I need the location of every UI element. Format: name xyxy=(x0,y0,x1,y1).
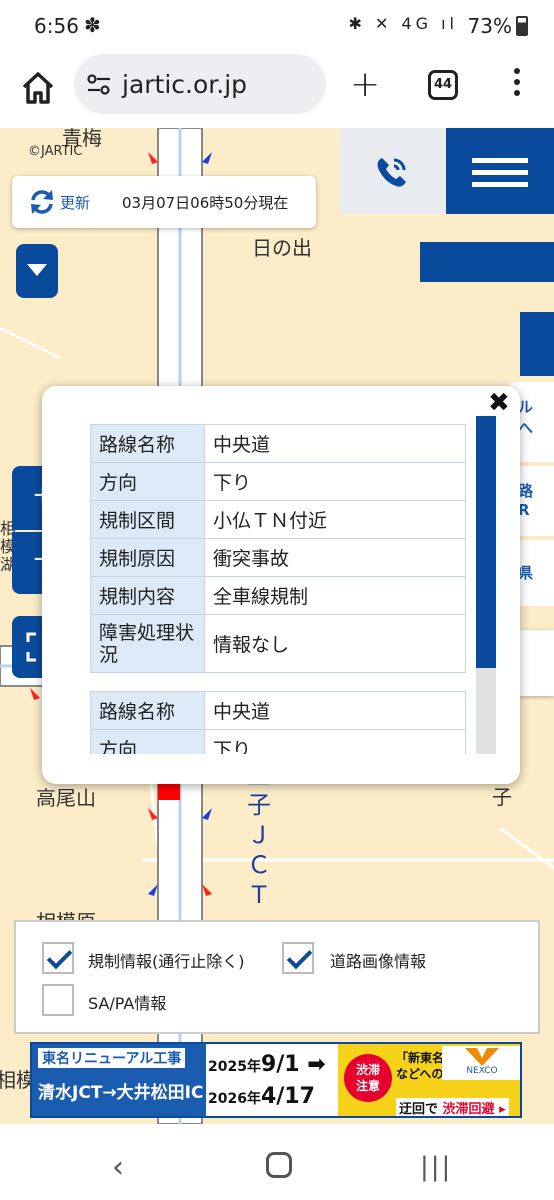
traffic-map[interactable]: ! ©JARTIC 青梅 日の出 高尾山 八王子 相模原 相模 xyxy=(0,128,554,1124)
regulation-label[interactable]: 規制情報(通行止除く) xyxy=(88,948,245,972)
sapa-label[interactable]: SA/PA情報 xyxy=(88,990,166,1014)
screen: 6:56 ✽ ✱ ✕ 4G ıl 73% jartic.or.jp + 44 ©… xyxy=(0,0,554,1200)
ad-cta3: 迂回で xyxy=(399,1102,439,1117)
home-icon[interactable] xyxy=(18,68,58,108)
hamburger-menu-button[interactable] xyxy=(446,128,554,214)
ad-date1-year: 2025年 xyxy=(208,1059,261,1075)
regulation-checkbox[interactable] xyxy=(42,942,74,974)
ad-right: 渋滞 注意 「新東名」 などへの NEXCO 迂回で 渋滞回避 ▸ xyxy=(338,1044,520,1117)
close-icon[interactable]: ✖ xyxy=(488,388,510,418)
table-row: 方向 下り xyxy=(90,729,466,754)
new-tab-button[interactable]: + xyxy=(350,64,380,105)
road-image-checkbox[interactable] xyxy=(282,942,314,974)
ad-date2: 4/17 xyxy=(260,1084,315,1109)
update-timestamp: 03月07日06時50分現在 xyxy=(122,194,289,212)
ad-banner[interactable]: 東名リニューアル工事 清水JCT→大井松田IC 2025年9/1 ➡ 2026年… xyxy=(30,1042,522,1118)
chevron-down-icon xyxy=(27,264,47,276)
system-nav-bar: ‹ ||| xyxy=(0,1124,554,1200)
top-right-tab[interactable] xyxy=(420,242,554,282)
address-bar[interactable]: jartic.or.jp xyxy=(74,54,326,114)
ad-left: 東名リニューアル工事 清水JCT→大井松田IC xyxy=(32,1044,206,1116)
table-row: 規制内容 全車線規制 xyxy=(90,576,466,615)
table-row: 障害処理状況 情報なし xyxy=(90,614,466,673)
browser-toolbar: jartic.or.jp + 44 xyxy=(0,54,554,128)
filter-panel: 規制情報(通行止除く) 道路画像情報 SA/PA情報 xyxy=(14,920,540,1034)
ad-date1: 9/1 xyxy=(260,1052,300,1077)
place-ome: 青梅 xyxy=(62,128,102,150)
table-row: 路線名称 中央道 xyxy=(90,424,466,463)
incident-popup: ✖ 路線名称 中央道 方向 下り 規制区間 小仏ＴＮ付近 規制原因 衝突事故 規制内容全… xyxy=(42,386,520,784)
phone-icon xyxy=(377,158,406,187)
status-time: 6:56 xyxy=(34,14,79,38)
ad-section: 清水JCT→大井松田IC xyxy=(38,1083,204,1103)
row-value: 小仏ＴＮ付近 xyxy=(204,500,466,539)
back-icon[interactable]: ‹ xyxy=(112,1150,124,1185)
browser-menu-icon[interactable] xyxy=(510,68,524,102)
battery-percent: 73% xyxy=(467,14,512,38)
table-row: 路線名称 中央道 xyxy=(90,691,466,730)
row-label: 方向 xyxy=(90,729,205,754)
site-settings-icon[interactable] xyxy=(86,72,112,98)
table-row: 規制原因 衝突事故 xyxy=(90,538,466,577)
row-label: 障害処理状況 xyxy=(90,614,205,673)
side-panel-blue[interactable] xyxy=(520,312,554,376)
row-value: 下り xyxy=(204,462,466,501)
row-label: 規制内容 xyxy=(90,576,205,615)
incident-table-1: 路線名称 中央道 方向 下り 規制区間 小仏ＴＮ付近 規制原因 衝突事故 規制内容 全車線… xyxy=(90,424,466,673)
ad-brand: NEXCO xyxy=(466,1066,498,1076)
update-label[interactable]: 更新 xyxy=(60,192,90,213)
ad-title: 東名リニューアル工事 xyxy=(38,1048,186,1068)
place-takaosan: 高尾山 xyxy=(36,786,96,810)
ad-date2-year: 2026年 xyxy=(208,1091,261,1107)
status-icons: ✱ ✕ 4G ıl xyxy=(348,14,458,33)
row-value: 衝突事故 xyxy=(204,538,466,577)
battery-icon xyxy=(516,16,528,36)
incident-table-2: 路線名称 中央道 方向 下り xyxy=(90,691,466,754)
dropdown-button[interactable] xyxy=(16,244,58,298)
call-button[interactable] xyxy=(340,128,446,214)
row-value: 中央道 xyxy=(204,424,466,463)
ad-cta4: 渋滞回避 xyxy=(442,1102,495,1117)
ad-dates: 2025年9/1 ➡ 2026年4/17 xyxy=(208,1052,326,1109)
home-nav-icon[interactable] xyxy=(266,1152,292,1178)
row-label: 路線名称 xyxy=(90,691,205,730)
row-label: 路線名称 xyxy=(90,424,205,463)
popup-scroll-area[interactable]: 路線名称 中央道 方向 下り 規制区間 小仏ＴＮ付近 規制原因 衝突事故 規制内容 全車線… xyxy=(90,424,468,754)
recent-apps-icon[interactable]: ||| xyxy=(420,1152,452,1182)
table-row: 規制区間 小仏ＴＮ付近 xyxy=(90,500,466,539)
sapa-checkbox[interactable] xyxy=(42,984,74,1016)
update-box[interactable]: 更新 03月07日06時50分現在 xyxy=(12,176,316,228)
row-label: 方向 xyxy=(90,462,205,501)
row-label: 規制区間 xyxy=(90,500,205,539)
row-value: 下り xyxy=(204,729,466,754)
row-value: 情報なし xyxy=(204,614,466,673)
table-row: 方向 下り xyxy=(90,462,466,501)
refresh-icon[interactable] xyxy=(28,188,56,216)
popup-scrollbar-thumb[interactable] xyxy=(476,416,496,668)
nexco-logo: NEXCO xyxy=(442,1046,520,1080)
ad-cta-bottom: 迂回で 渋滞回避 ▸ xyxy=(396,1098,509,1117)
row-label: 規制原因 xyxy=(90,538,205,577)
settings-flower-icon: ✽ xyxy=(84,13,101,37)
url-text[interactable]: jartic.or.jp xyxy=(122,70,247,99)
place-hinode: 日の出 xyxy=(252,236,312,260)
ad-jam-badge: 渋滞 注意 xyxy=(344,1054,392,1102)
status-bar: 6:56 ✽ ✱ ✕ 4G ıl 73% xyxy=(0,0,554,54)
road-image-label[interactable]: 道路画像情報 xyxy=(330,948,426,972)
row-value: 全車線規制 xyxy=(204,576,466,615)
tab-switcher-button[interactable]: 44 xyxy=(428,70,458,100)
row-value: 中央道 xyxy=(204,691,466,730)
